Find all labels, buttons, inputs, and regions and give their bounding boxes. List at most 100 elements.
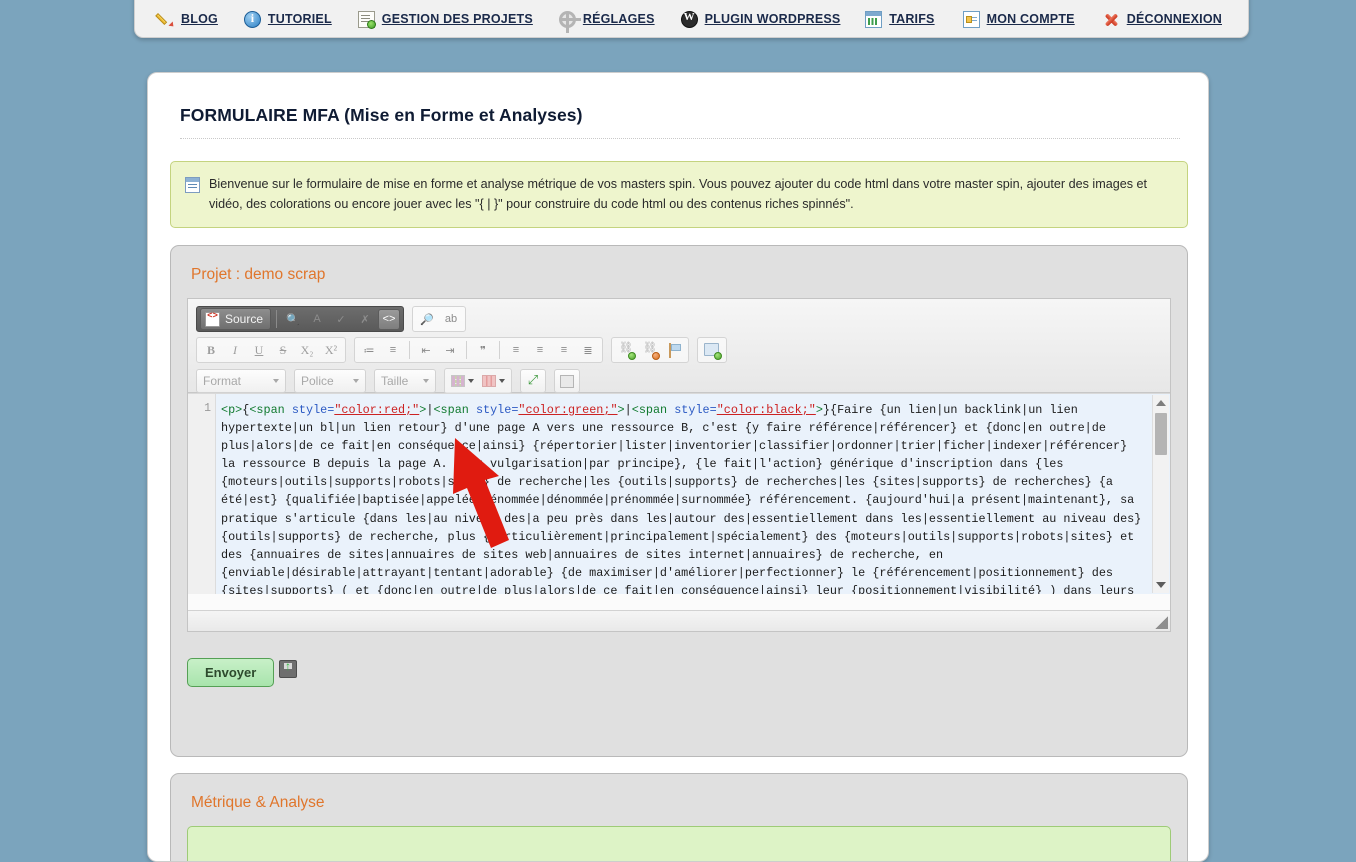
code-segment-tag: <span xyxy=(433,403,476,417)
pencil-icon xyxy=(157,11,174,28)
nav-label-tarifs[interactable]: TARIFS xyxy=(889,12,934,26)
strike-icon[interactable]: S xyxy=(272,340,294,361)
welcome-notice: Bienvenue sur le formulaire de mise en f… xyxy=(170,161,1188,228)
code-segment-attr: style= xyxy=(475,403,519,417)
scroll-down-icon[interactable] xyxy=(1153,577,1169,593)
superscript-icon[interactable]: X² xyxy=(320,340,342,361)
nav-item-mon-compte[interactable]: MON COMPTE xyxy=(962,10,1075,28)
nav-label-blog[interactable]: BLOG xyxy=(181,12,218,26)
align-left-icon[interactable]: ≡ xyxy=(505,340,527,361)
close-x-icon xyxy=(1103,11,1120,28)
nav-label-deconnexion[interactable]: DÉCONNEXION xyxy=(1127,12,1222,26)
submit-button[interactable]: Envoyer xyxy=(187,658,275,687)
maximize-icon[interactable] xyxy=(520,369,546,393)
nav-label-reglages[interactable]: RÉGLAGES xyxy=(583,12,655,26)
chevron-down-icon xyxy=(273,379,279,383)
background-color-icon[interactable] xyxy=(479,370,508,392)
nav-item-plugin-wordpress[interactable]: PLUGIN WORDPRESS xyxy=(680,10,841,28)
scrollbar-thumb[interactable] xyxy=(1155,413,1167,455)
nav-label-gestion-des-projets[interactable]: GESTION DES PROJETS xyxy=(382,12,533,26)
nav-item-blog[interactable]: BLOG xyxy=(157,11,218,28)
size-dropdown[interactable]: Taille xyxy=(374,369,436,393)
font-dropdown[interactable]: Police xyxy=(294,369,366,393)
code-segment-plain: | xyxy=(624,403,632,417)
image-icon[interactable] xyxy=(701,340,723,361)
text-color-swatch xyxy=(451,375,465,387)
nav-item-gestion-des-projets[interactable]: GESTION DES PROJETS xyxy=(357,10,533,29)
toolbar-row-1: Source 🔍 A ✓ ✗ <> 🔎 ab xyxy=(196,305,1162,333)
align-center-icon[interactable]: ≡ xyxy=(529,340,551,361)
anchor-icon[interactable] xyxy=(663,340,685,361)
notice-info-icon xyxy=(185,177,200,193)
nav-item-deconnexion[interactable]: DÉCONNEXION xyxy=(1103,11,1222,28)
nav-item-reglages[interactable]: RÉGLAGES xyxy=(558,10,655,33)
toolbar-group-basicstyles: B I U S X₂ X² xyxy=(196,337,346,363)
top-navigation-bar: BLOG TUTORIEL GESTION DES PROJETS RÉGLAG… xyxy=(134,0,1249,38)
nav-left-group: BLOG TUTORIEL GESTION DES PROJETS RÉGLAG… xyxy=(157,10,841,33)
blockquote-icon[interactable]: ❞ xyxy=(472,340,494,361)
calendar-icon xyxy=(865,10,883,28)
preview-icon[interactable]: 🔎 xyxy=(416,309,438,330)
code-segment-tag: > xyxy=(815,403,823,417)
toolbar-group-insert xyxy=(697,337,727,363)
nav-right-group: TARIFS MON COMPTE DÉCONNEXION xyxy=(865,10,1230,28)
nav-label-tutoriel[interactable]: TUTORIEL xyxy=(268,12,332,26)
source-code-area[interactable]: 1 <p>{<span style="color:red;">|<span st… xyxy=(188,393,1170,594)
code-segment-tag: <span xyxy=(249,403,292,417)
replace-icon[interactable]: ab xyxy=(440,309,462,330)
italic-icon[interactable]: I xyxy=(224,340,246,361)
subscript-icon[interactable]: X₂ xyxy=(296,340,318,361)
code-scrollbar[interactable] xyxy=(1152,395,1169,593)
align-right-icon[interactable]: ≡ xyxy=(553,340,575,361)
background-color-swatch xyxy=(482,375,496,387)
save-disk-icon[interactable] xyxy=(279,659,297,678)
nav-label-mon-compte[interactable]: MON COMPTE xyxy=(987,12,1075,26)
bold-icon[interactable]: B xyxy=(200,340,222,361)
code-segment-tag: <p> xyxy=(221,403,243,417)
chevron-down-icon xyxy=(468,379,474,383)
format-dropdown[interactable]: Format xyxy=(196,369,286,393)
title-divider xyxy=(180,138,1180,139)
nav-item-tarifs[interactable]: TARIFS xyxy=(865,10,934,28)
indent-icon[interactable]: ⇥ xyxy=(439,340,461,361)
code-segment-val: "color:black;" xyxy=(716,403,816,417)
scayt-icon[interactable]: ✗ xyxy=(354,309,376,330)
toolbar-group-colors xyxy=(444,368,512,394)
bulleted-list-icon[interactable]: ≡ xyxy=(382,340,404,361)
numbered-list-icon[interactable]: ≔ xyxy=(358,340,380,361)
justify-icon[interactable]: ≣ xyxy=(577,340,599,361)
wordpress-icon xyxy=(680,10,698,28)
scroll-up-icon[interactable] xyxy=(1153,395,1169,411)
nav-item-tutoriel[interactable]: TUTORIEL xyxy=(243,10,332,28)
font-dropdown-label: Police xyxy=(301,374,334,388)
code-segment-tag: <span xyxy=(631,403,675,417)
chevron-down-icon xyxy=(353,379,359,383)
toolbar-separator xyxy=(276,310,278,328)
unlink-icon[interactable] xyxy=(639,340,661,361)
underline-icon[interactable]: U xyxy=(248,340,270,361)
text-color-icon[interactable] xyxy=(448,370,477,392)
outdent-icon[interactable]: ⇤ xyxy=(415,340,437,361)
toolbar-separator xyxy=(499,341,500,359)
toolbar-row-2: B I U S X₂ X² ≔ ≡ ⇤ ⇥ ❞ ≡ ≡ ≡ ≣ ⛓ ⛓ xyxy=(196,336,1162,364)
show-blocks-icon[interactable]: <> xyxy=(378,308,401,330)
spellcheck-icon[interactable]: ✓ xyxy=(330,309,352,330)
source-button[interactable]: Source xyxy=(200,308,272,330)
find-icon[interactable]: 🔍 xyxy=(282,309,304,330)
about-icon[interactable] xyxy=(554,369,580,393)
project-panel: Projet : demo scrap Source 🔍 A ✓ ✗ xyxy=(170,245,1188,757)
nav-label-plugin-wordpress[interactable]: PLUGIN WORDPRESS xyxy=(705,12,841,26)
resize-grip[interactable] xyxy=(1154,615,1168,629)
ckeditor-container: Source 🔍 A ✓ ✗ <> 🔎 ab xyxy=(187,298,1171,632)
code-segment-attr: style= xyxy=(674,403,717,417)
toolbar-separator xyxy=(409,341,410,359)
source-code-text[interactable]: <p>{<span style="color:red;">|<span styl… xyxy=(217,394,1150,594)
select-all-icon[interactable]: A xyxy=(306,309,328,330)
info-icon xyxy=(243,10,261,28)
link-icon[interactable] xyxy=(615,340,637,361)
editor-footer xyxy=(188,610,1170,631)
code-segment-plain: }{Faire {un lien|un backlink|un lien hyp… xyxy=(221,403,1149,594)
code-segment-tag: > xyxy=(617,403,625,417)
code-segment-val: "color:green;" xyxy=(518,403,618,417)
toolbar-group-tools: 🔎 ab xyxy=(412,306,467,332)
